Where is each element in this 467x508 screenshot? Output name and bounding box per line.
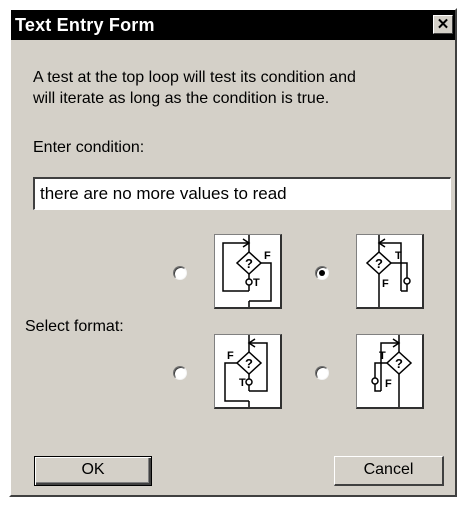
decision-label: ?	[245, 356, 253, 371]
false-label: F	[264, 250, 271, 262]
close-icon: ✕	[436, 16, 450, 33]
ok-button[interactable]: OK	[34, 456, 152, 486]
text-entry-dialog: Text Entry Form ✕ A test at the top loop…	[9, 8, 457, 497]
format-radio-4[interactable]	[315, 366, 329, 380]
dialog-title: Text Entry Form	[15, 15, 155, 35]
format-radio-1[interactable]	[173, 266, 187, 280]
true-label: T	[379, 350, 386, 362]
decision-label: ?	[375, 256, 383, 271]
decision-label: ?	[245, 256, 253, 271]
format-option-3[interactable]: ? F T	[214, 334, 282, 409]
flowchart-loop-true-down-false-right-icon: ? F T	[222, 235, 272, 307]
title-bar[interactable]: Text Entry Form ✕	[11, 10, 455, 40]
description-line-2: will iterate as long as the condition is…	[33, 90, 330, 107]
format-radio-3[interactable]	[173, 366, 187, 380]
decision-label: ?	[395, 356, 403, 371]
false-label: F	[227, 350, 234, 362]
flowchart-loop-true-right-false-down-icon: ? T F	[365, 235, 411, 307]
flowchart-loop-true-down-false-left-icon: ? F T	[224, 335, 268, 407]
condition-input[interactable]	[33, 177, 451, 210]
description-text: A test at the top loop will test its con…	[33, 67, 433, 109]
condition-label: Enter condition:	[33, 139, 145, 156]
true-label: T	[253, 277, 260, 289]
flowchart-loop-true-left-false-down-icon: ? T F	[371, 335, 413, 407]
format-option-1[interactable]: ? F T	[214, 234, 282, 309]
close-button[interactable]: ✕	[433, 15, 453, 34]
false-label: F	[385, 378, 392, 390]
false-label: F	[382, 278, 389, 290]
format-radio-2[interactable]	[315, 266, 329, 280]
true-label: T	[395, 250, 402, 262]
cancel-button[interactable]: Cancel	[334, 456, 444, 486]
format-option-4[interactable]: ? T F	[356, 334, 424, 409]
format-label: Select format:	[25, 318, 124, 335]
true-label: T	[239, 377, 246, 389]
description-line-1: A test at the top loop will test its con…	[33, 69, 356, 86]
format-option-2[interactable]: ? T F	[356, 234, 424, 309]
